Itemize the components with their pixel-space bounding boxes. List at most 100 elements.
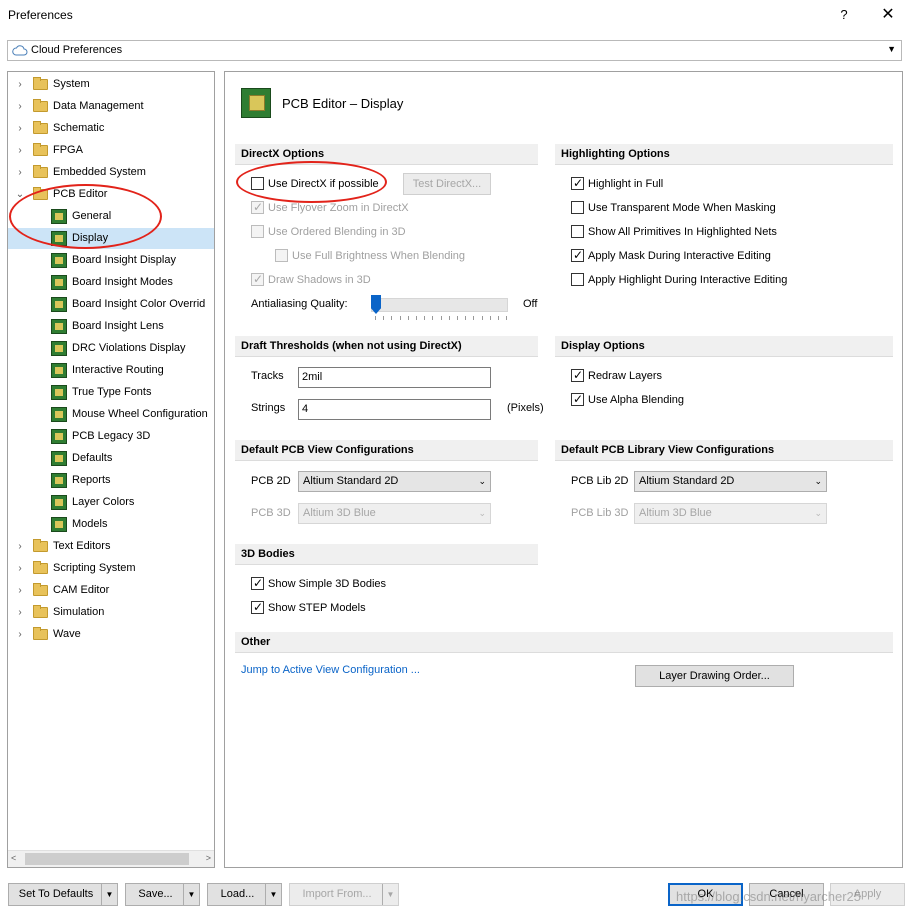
tree-item[interactable]: Layer Colors <box>8 492 214 513</box>
slider-tick <box>432 316 434 320</box>
tree-item[interactable]: › Data Management <box>8 96 214 117</box>
tree-item-label: Data Management <box>53 100 144 112</box>
tree-item[interactable]: › FPGA <box>8 140 214 161</box>
dropdown-arrow-icon[interactable]: ▼ <box>183 884 199 905</box>
tree-item[interactable]: › System <box>8 74 214 95</box>
tree-item-label: FPGA <box>53 144 83 156</box>
step-models-label: Show STEP Models <box>268 602 366 614</box>
highlight-option-label: Apply Mask During Interactive Editing <box>588 250 771 262</box>
chevron-right-icon[interactable]: › <box>15 558 25 579</box>
set-to-defaults-label: Set To Defaults <box>18 888 94 900</box>
slider-tick <box>481 316 483 320</box>
dropdown-arrow-icon[interactable]: ▼ <box>265 884 281 905</box>
checkbox-box[interactable] <box>571 391 584 407</box>
load-button[interactable]: Load... ▼ <box>207 883 282 906</box>
tree-item[interactable]: Board Insight Color Overrid <box>8 294 214 315</box>
checkbox-box[interactable] <box>571 247 584 263</box>
other-section-header: Other <box>235 632 893 653</box>
slider-tick <box>506 316 508 320</box>
strings-unit: (Pixels) <box>507 402 544 414</box>
tree-item-label: Layer Colors <box>72 496 135 508</box>
tracks-input[interactable]: 2mil <box>298 367 491 388</box>
antialiasing-slider[interactable] <box>371 298 508 312</box>
tree-item[interactable]: DRC Violations Display <box>8 338 214 359</box>
checkbox-box[interactable] <box>251 575 264 591</box>
tree-item[interactable]: › Text Editors <box>8 536 214 557</box>
folder-icon <box>33 77 48 90</box>
chevron-right-icon[interactable]: › <box>15 118 25 139</box>
tree-item-label: Scripting System <box>53 562 136 574</box>
highlight-option-label: Use Transparent Mode When Masking <box>588 202 776 214</box>
slider-tick <box>448 316 450 320</box>
checkbox-box[interactable] <box>571 273 584 286</box>
tree-item[interactable]: PCB Legacy 3D <box>8 426 214 447</box>
tree-item-label: Reports <box>72 474 111 486</box>
dropdown-arrow-icon[interactable]: ▼ <box>101 884 117 905</box>
tree-item[interactable]: Board Insight Display <box>8 250 214 271</box>
tree-item[interactable]: › Embedded System <box>8 162 214 183</box>
close-button[interactable]: ✕ <box>876 4 900 26</box>
chevron-right-icon[interactable]: › <box>15 536 25 557</box>
scroll-right-icon[interactable]: > <box>206 853 211 863</box>
checkbox-box[interactable] <box>251 225 264 238</box>
pcb-lib-2d-label: PCB Lib 2D <box>571 475 629 487</box>
dropdown-arrow-icon[interactable]: ▼ <box>382 884 398 905</box>
tree-item-label: Simulation <box>53 606 105 618</box>
checkbox-box[interactable] <box>251 199 264 215</box>
set-to-defaults-button[interactable]: Set To Defaults ▼ <box>8 883 118 906</box>
tree-horizontal-scrollbar[interactable]: < > <box>8 850 214 867</box>
tree-item[interactable]: Board Insight Lens <box>8 316 214 337</box>
title-bar: Preferences ? ✕ <box>0 0 913 32</box>
checkbox-box[interactable] <box>275 249 288 262</box>
tree-item[interactable]: Models <box>8 514 214 535</box>
checkbox-box[interactable] <box>571 367 584 383</box>
import-from-button[interactable]: Import From... ▼ <box>289 883 399 906</box>
tree-item[interactable]: › Scripting System <box>8 558 214 579</box>
tree-item[interactable]: › Wave <box>8 624 214 645</box>
tree-item[interactable]: › CAM Editor <box>8 580 214 601</box>
tree-item-label: Schematic <box>53 122 105 134</box>
tree-item[interactable]: › Schematic <box>8 118 214 139</box>
tree-item-label: Defaults <box>72 452 113 464</box>
chevron-right-icon[interactable]: › <box>15 624 25 645</box>
strings-input[interactable]: 4 <box>298 399 491 420</box>
pcb-lib-3d-select[interactable]: Altium 3D Blue ⌄ <box>634 503 827 524</box>
checkbox-box[interactable] <box>571 225 584 238</box>
chevron-right-icon[interactable]: › <box>15 162 25 183</box>
tree-item[interactable]: Interactive Routing <box>8 360 214 381</box>
checkbox-box[interactable] <box>251 271 264 287</box>
pcb-2d-select[interactable]: Altium Standard 2D ⌄ <box>298 471 491 492</box>
tree-item[interactable]: Reports <box>8 470 214 491</box>
scroll-left-icon[interactable]: < <box>11 853 16 863</box>
tree-item[interactable]: Defaults <box>8 448 214 469</box>
scrollbar-thumb[interactable] <box>25 853 189 865</box>
tree-item[interactable]: True Type Fonts <box>8 382 214 403</box>
pcb-lib-2d-value: Altium Standard 2D <box>639 475 735 487</box>
ordered-blending-label: Use Ordered Blending in 3D <box>268 226 406 238</box>
slider-tick <box>457 316 458 320</box>
tree-item[interactable]: Board Insight Modes <box>8 272 214 293</box>
chevron-right-icon[interactable]: › <box>15 140 25 161</box>
tree-item-label: CAM Editor <box>53 584 110 596</box>
chevron-right-icon[interactable]: › <box>15 602 25 623</box>
pcb-lib-2d-select[interactable]: Altium Standard 2D ⌄ <box>634 471 827 492</box>
chevron-right-icon[interactable]: › <box>15 580 25 601</box>
checkbox-box[interactable] <box>571 175 584 191</box>
help-button[interactable]: ? <box>832 4 856 26</box>
save-button[interactable]: Save... ▼ <box>125 883 200 906</box>
draft-section-header: Draft Thresholds (when not using DirectX… <box>235 336 538 357</box>
test-directx-button[interactable]: Test DirectX... <box>403 173 491 195</box>
cloud-preferences-select[interactable]: Cloud Preferences ▼ <box>7 40 902 61</box>
folder-icon <box>33 165 48 178</box>
chevron-right-icon[interactable]: › <box>15 74 25 95</box>
chevron-right-icon[interactable]: › <box>15 96 25 117</box>
checkbox-box[interactable] <box>571 201 584 214</box>
tree-item[interactable]: › Simulation <box>8 602 214 623</box>
jump-to-view-config-link[interactable]: Jump to Active View Configuration ... <box>241 664 420 676</box>
pcb-3d-select[interactable]: Altium 3D Blue ⌄ <box>298 503 491 524</box>
annotation-circle-directx <box>236 161 387 203</box>
layer-drawing-order-button[interactable]: Layer Drawing Order... <box>635 665 794 687</box>
checkbox-box[interactable] <box>251 599 264 615</box>
slider-tick <box>399 316 401 320</box>
tree-item[interactable]: Mouse Wheel Configuration <box>8 404 214 425</box>
